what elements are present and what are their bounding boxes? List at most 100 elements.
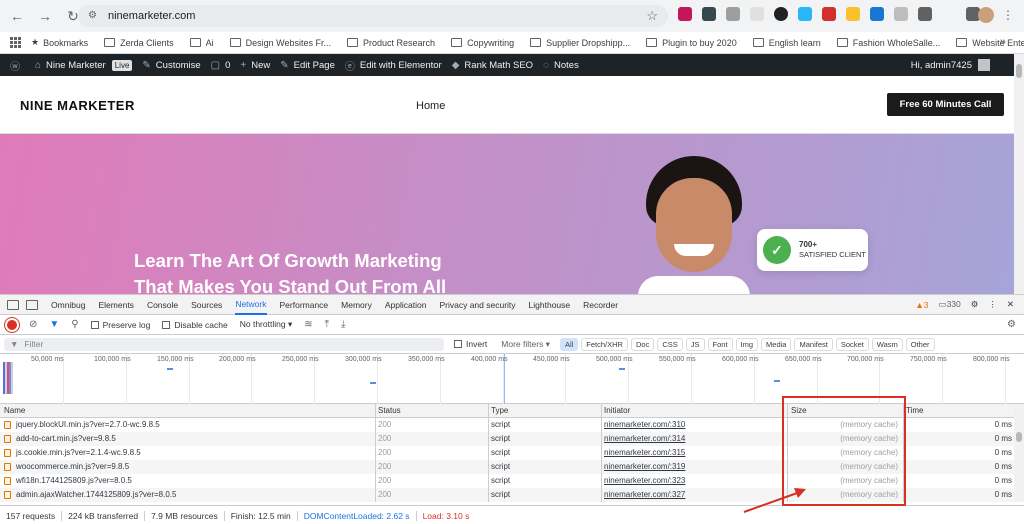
wp-elementor[interactable]: ⓔ Edit with Elementor — [345, 58, 442, 73]
extensions-puzzle-icon[interactable] — [918, 7, 932, 21]
tab-memory[interactable]: Memory — [341, 295, 372, 315]
preserve-log-checkbox[interactable]: Preserve log — [90, 320, 150, 330]
bookmark-folder[interactable]: Supplier Dropshipp... — [530, 38, 630, 48]
col-type[interactable]: Type — [491, 406, 508, 415]
bookmark-star-icon[interactable]: ☆ — [646, 8, 658, 24]
wp-notes[interactable]: ◌ Notes — [543, 60, 579, 71]
tab-omnibug[interactable]: Omnibug — [51, 295, 86, 315]
devtools-menu-icon[interactable]: ⋮ — [988, 299, 997, 310]
bookmarks-overflow-icon[interactable]: » — [1000, 36, 1006, 48]
warnings-count[interactable]: ▲3 — [915, 300, 928, 310]
request-name[interactable]: js.cookie.min.js?ver=2.1.4-wc.9.8.5 — [16, 448, 141, 457]
filter-socket[interactable]: Socket — [835, 337, 869, 351]
tab-elements[interactable]: Elements — [99, 295, 134, 315]
request-name[interactable]: wfi18n.1744125809.js?ver=8.0.5 — [16, 476, 132, 485]
site-logo[interactable]: NINE MARKETER — [20, 98, 135, 113]
filter-js[interactable]: JS — [685, 337, 705, 351]
tab-sources[interactable]: Sources — [191, 295, 222, 315]
cta-button[interactable]: Free 60 Minutes Call — [887, 93, 1004, 116]
wp-rankmath[interactable]: ◆ Rank Math SEO — [452, 60, 533, 71]
bookmark-folder[interactable]: Ai — [189, 38, 214, 48]
profile-avatar[interactable] — [978, 7, 994, 23]
tab-application[interactable]: Application — [385, 295, 427, 315]
bookmark-folder[interactable]: Website Enterpren... — [956, 38, 1024, 48]
request-initiator[interactable]: ninemarketer.com/:310 — [604, 420, 685, 429]
request-initiator[interactable]: ninemarketer.com/:323 — [604, 476, 685, 485]
wp-logo-icon[interactable]: ⓦ — [10, 58, 25, 73]
col-initiator[interactable]: Initiator — [604, 406, 630, 415]
extension-icon[interactable] — [678, 7, 692, 21]
network-settings-icon[interactable]: ⚙ — [1007, 319, 1016, 330]
network-conditions-icon[interactable]: ≋ — [304, 319, 312, 330]
extension-icon[interactable] — [846, 7, 860, 21]
bookmark-folder[interactable]: Zerda Clients — [104, 38, 174, 48]
browser-menu-icon[interactable]: ⋮ — [1002, 8, 1014, 22]
filter-font[interactable]: Font — [707, 337, 733, 351]
extension-icon[interactable] — [798, 7, 812, 21]
bookmark-folder[interactable]: Copywriting — [451, 38, 514, 48]
tab-lighthouse[interactable]: Lighthouse — [529, 295, 571, 315]
filter-all[interactable]: All — [559, 337, 579, 351]
wp-account[interactable]: Hi, admin7425 — [911, 59, 990, 71]
col-name[interactable]: Name — [4, 406, 25, 415]
col-status[interactable]: Status — [378, 406, 401, 415]
tab-network[interactable]: Network — [235, 295, 267, 315]
request-name[interactable]: jquery.blockUI.min.js?ver=2.7.0-wc.9.8.5 — [16, 420, 160, 429]
request-name[interactable]: admin.ajaxWatcher.1744125809.js?ver=8.0.… — [16, 490, 176, 499]
extension-icon[interactable] — [822, 7, 836, 21]
issues-count[interactable]: ▭330 — [939, 299, 961, 310]
wp-new[interactable]: + New — [240, 60, 270, 71]
site-info-icon[interactable]: ⚙ — [88, 10, 100, 22]
filter-fetch-xhr[interactable]: Fetch/XHR — [581, 337, 628, 351]
forward-icon[interactable]: → — [34, 5, 56, 27]
inspect-element-icon[interactable] — [7, 299, 19, 310]
tab-recorder[interactable]: Recorder — [583, 295, 618, 315]
filter-input[interactable]: ▼ Filter — [4, 337, 444, 351]
bookmark-folder[interactable]: Product Research — [347, 38, 435, 48]
devtools-settings-icon[interactable]: ⚙ — [971, 299, 979, 310]
request-name[interactable]: add-to-cart.min.js?ver=9.8.5 — [16, 434, 116, 443]
bookmark-folder[interactable]: English learn — [752, 38, 821, 48]
wp-comments[interactable]: ▢ 0 — [211, 60, 231, 71]
page-scrollbar[interactable] — [1014, 54, 1024, 294]
filter-media[interactable]: Media — [761, 337, 792, 351]
request-initiator[interactable]: ninemarketer.com/:327 — [604, 490, 685, 499]
clear-icon[interactable]: ⊘ — [29, 319, 37, 330]
filter-other[interactable]: Other — [905, 337, 935, 351]
extension-icon[interactable] — [726, 7, 740, 21]
request-initiator[interactable]: ninemarketer.com/:319 — [604, 462, 685, 471]
filter-doc[interactable]: Doc — [630, 337, 655, 351]
more-filters-dropdown[interactable]: More filters ▾ — [501, 339, 550, 350]
devtools-close-icon[interactable]: ✕ — [1007, 299, 1014, 310]
request-initiator[interactable]: ninemarketer.com/:314 — [604, 434, 685, 443]
throttling-select[interactable]: No throttling ▾ — [240, 319, 292, 330]
request-initiator[interactable]: ninemarketer.com/:315 — [604, 448, 685, 457]
tab-console[interactable]: Console — [147, 295, 178, 315]
wp-site-name[interactable]: ⌂ Nine Marketer Live — [35, 59, 133, 71]
address-bar[interactable]: ⚙ ninemarketer.com ☆ — [78, 5, 668, 27]
import-har-icon[interactable]: ⤒ — [325, 319, 329, 330]
extension-icon[interactable] — [894, 7, 908, 21]
bookmark-folder[interactable]: Plugin to buy 2020 — [646, 38, 737, 48]
filter-manifest[interactable]: Manifest — [794, 337, 833, 351]
wp-edit-page[interactable]: ✎ Edit Page — [280, 60, 335, 71]
nav-home-link[interactable]: Home — [416, 100, 445, 112]
search-icon[interactable]: ⚲ — [71, 319, 78, 330]
col-time[interactable]: Time — [906, 406, 923, 415]
invert-checkbox[interactable]: Invert — [454, 339, 487, 349]
record-icon[interactable] — [7, 319, 17, 330]
bookmark-folder[interactable]: Design Websites Fr... — [229, 38, 331, 48]
filter-funnel-icon[interactable]: ▼ — [49, 319, 59, 330]
request-name[interactable]: woocommerce.min.js?ver=9.8.5 — [16, 462, 129, 471]
filter-img[interactable]: Img — [735, 337, 759, 351]
export-har-icon[interactable]: ⤓ — [341, 319, 345, 330]
extension-icon[interactable] — [702, 7, 716, 21]
back-icon[interactable]: ← — [6, 5, 28, 27]
filter-css[interactable]: CSS — [657, 337, 683, 351]
network-scrollbar[interactable] — [1014, 404, 1024, 502]
wp-customise[interactable]: ✎ Customise — [142, 60, 200, 71]
extension-icon[interactable] — [750, 7, 764, 21]
extension-icon[interactable] — [774, 7, 788, 21]
filter-wasm[interactable]: Wasm — [871, 337, 903, 351]
tab-privacy-security[interactable]: Privacy and security — [439, 295, 515, 315]
